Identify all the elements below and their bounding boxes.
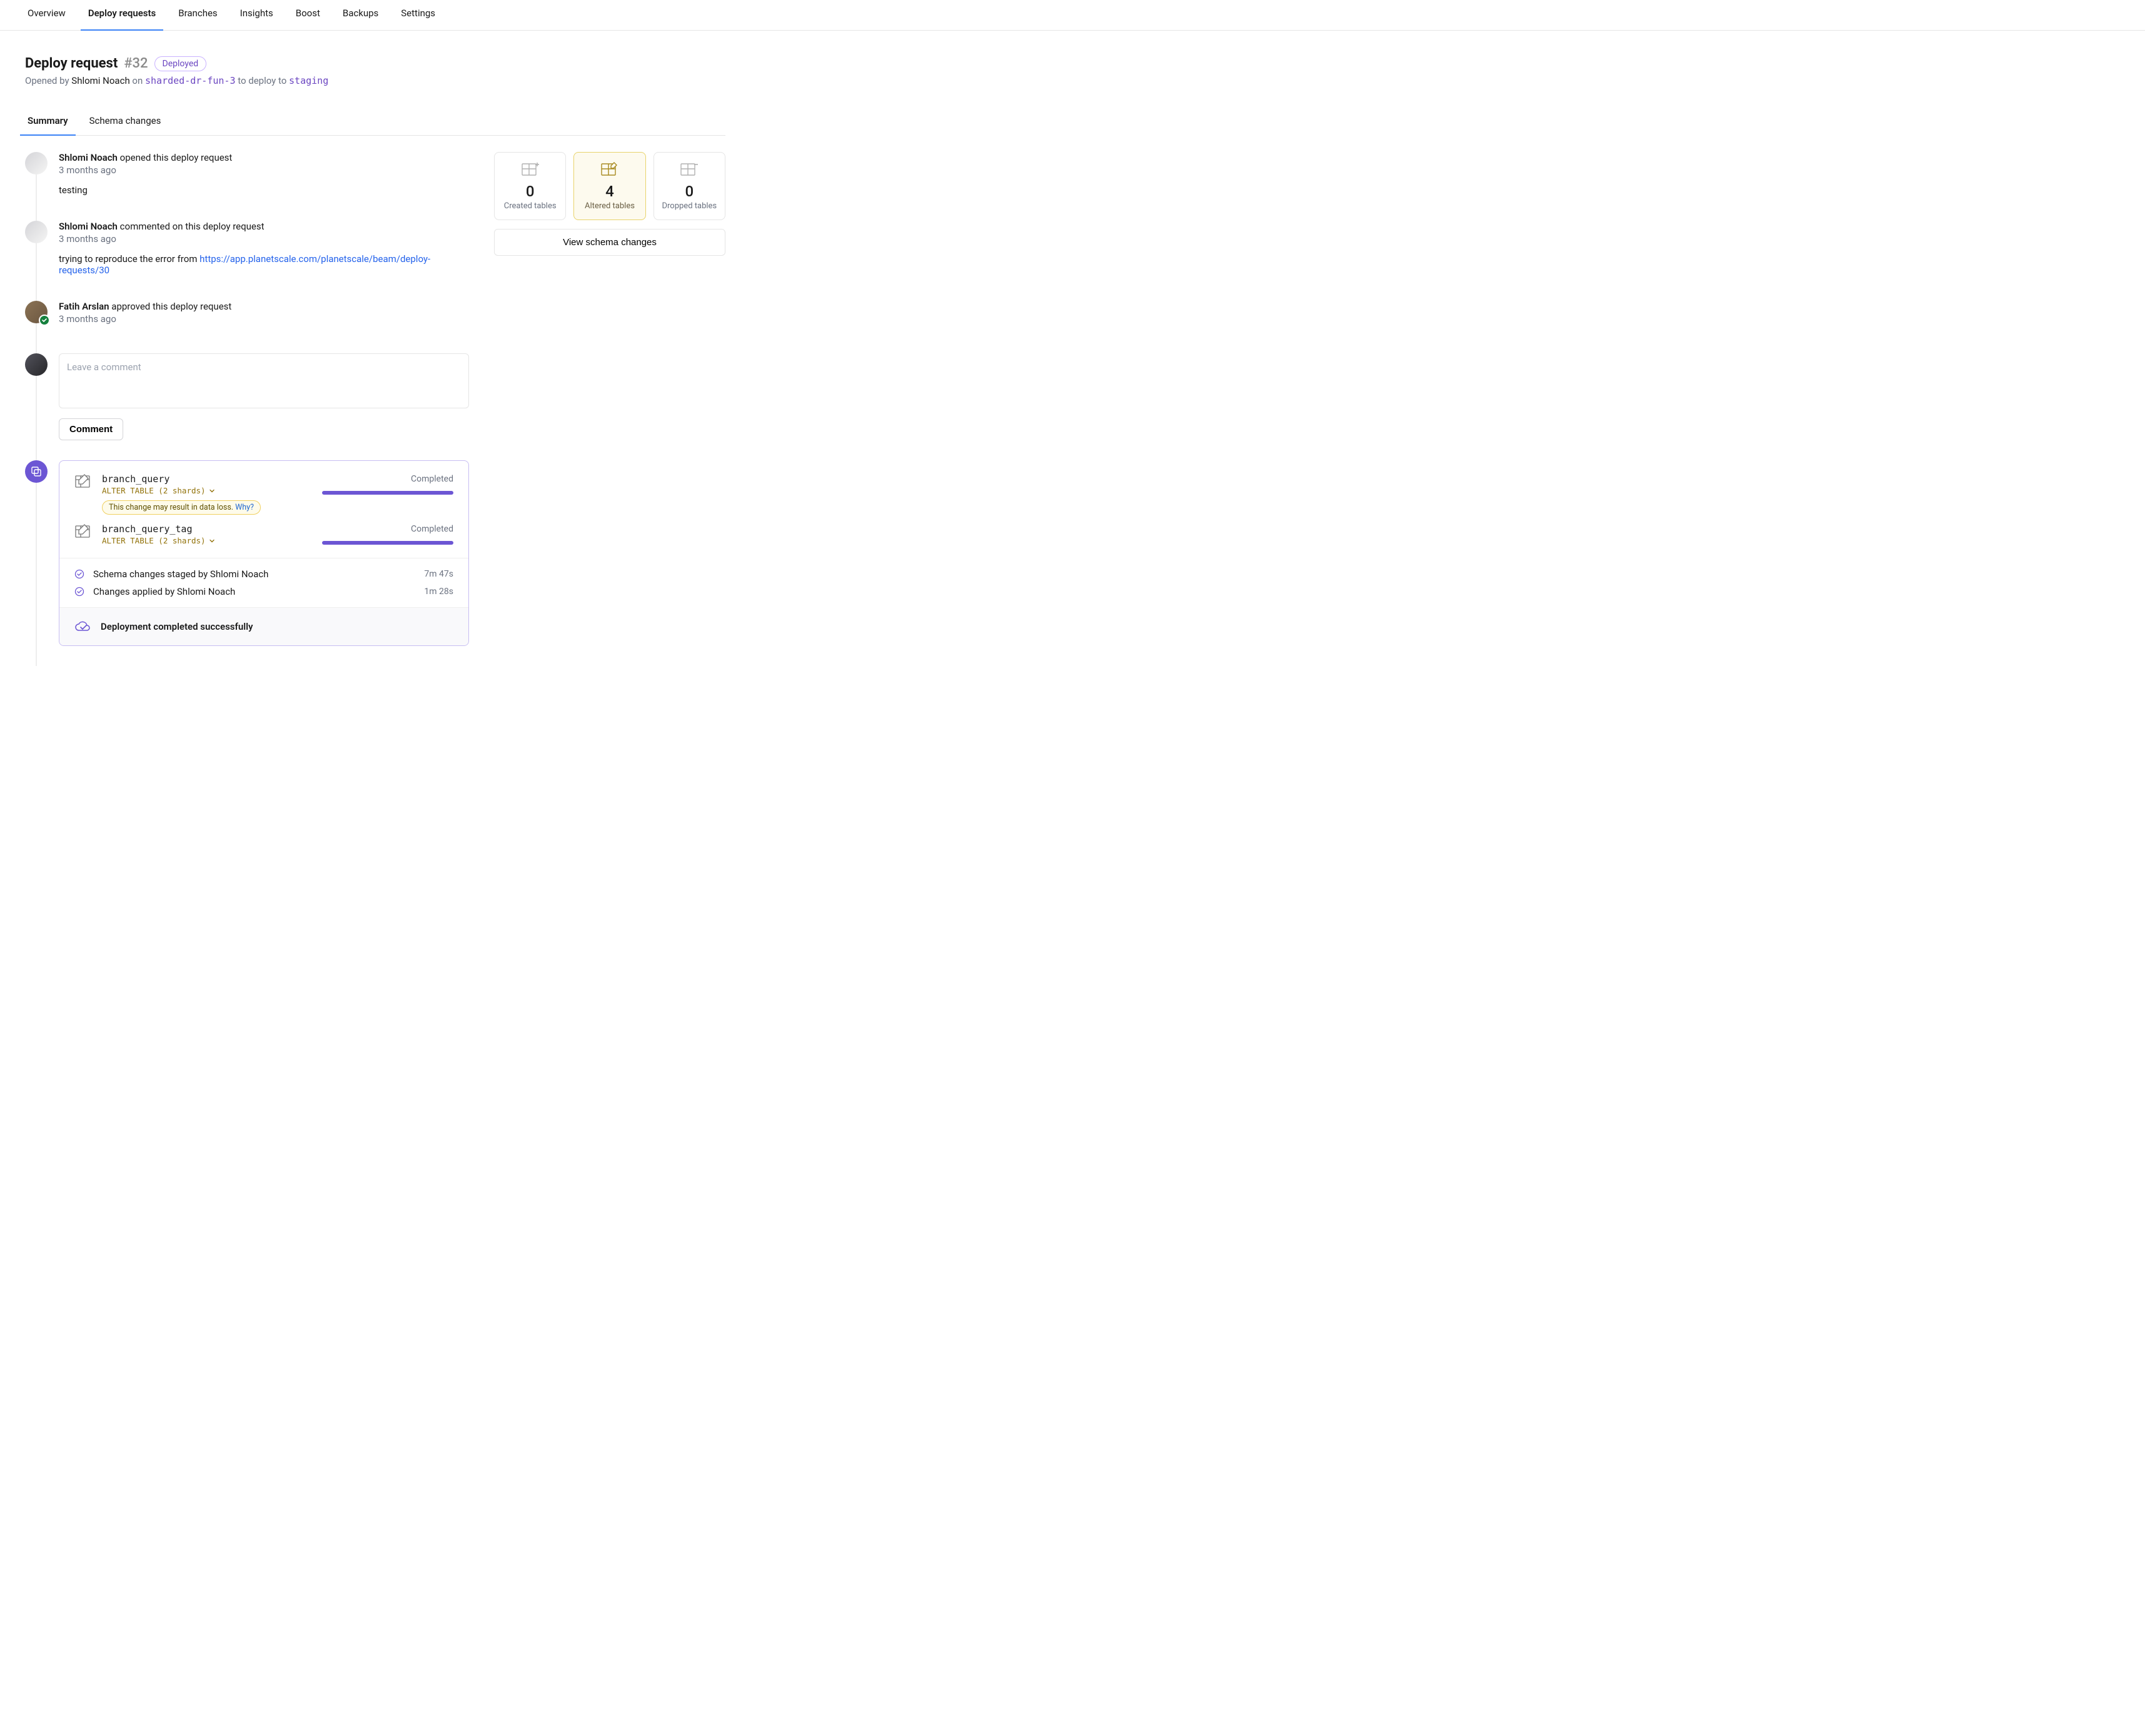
stat-created-tables[interactable]: 0 Created tables: [494, 152, 566, 220]
event-heading: Shlomi Noach commented on this deploy re…: [59, 221, 469, 232]
event-timestamp: 3 months ago: [59, 233, 469, 245]
table-status: Completed: [411, 524, 453, 534]
event-timestamp: 3 months ago: [59, 313, 469, 325]
stat-label: Altered tables: [579, 201, 640, 211]
event-body: testing: [59, 184, 469, 196]
avatar: [25, 221, 48, 243]
deploy-table-row: branch_query Completed ALTER TABLE (2 sh…: [74, 473, 453, 515]
table-alter-icon: [74, 473, 92, 491]
why-link[interactable]: Why?: [235, 503, 254, 512]
source-branch-link[interactable]: sharded-dr-fun-3: [145, 75, 236, 86]
avatar: [25, 353, 48, 376]
top-nav-tabs: Overview Deploy requests Branches Insigh…: [0, 0, 2145, 31]
tab-settings[interactable]: Settings: [398, 0, 438, 30]
tab-boost[interactable]: Boost: [293, 0, 323, 30]
progress-bar: [322, 541, 453, 545]
deploy-steps: Schema changes staged by Shlomi Noach 7m…: [59, 558, 468, 607]
table-drop-icon: [659, 161, 720, 178]
event-body: trying to reproduce the error from https…: [59, 253, 469, 276]
deploy-card: branch_query Completed ALTER TABLE (2 sh…: [59, 460, 469, 646]
deploy-footer: Deployment completed successfully: [59, 607, 468, 645]
data-loss-warning: This change may result in data loss. Why…: [102, 500, 261, 515]
stat-number: 0: [659, 183, 720, 200]
activity-timeline: Shlomi Noach opened this deploy request …: [25, 152, 469, 666]
alter-statement-toggle[interactable]: ALTER TABLE (2 shards): [102, 536, 215, 545]
check-circle-icon: [74, 587, 84, 597]
page-header: Deploy request #32 Deployed: [25, 56, 725, 71]
event-heading: Shlomi Noach opened this deploy request: [59, 152, 469, 163]
deploy-footer-text: Deployment completed successfully: [101, 621, 253, 632]
tab-branches[interactable]: Branches: [176, 0, 220, 30]
tab-insights[interactable]: Insights: [238, 0, 276, 30]
stat-number: 0: [500, 183, 560, 200]
subtab-schema-changes[interactable]: Schema changes: [87, 110, 164, 135]
deploy-icon: [25, 460, 48, 483]
deploy-table-row: branch_query_tag Completed ALTER TABLE (…: [74, 523, 453, 545]
timeline-event: Shlomi Noach opened this deploy request …: [25, 152, 469, 201]
table-alter-icon: [74, 523, 92, 541]
stat-label: Dropped tables: [659, 201, 720, 211]
deploy-step: Changes applied by Shlomi Noach 1m 28s: [74, 586, 453, 597]
header-subtext: Opened by Shlomi Noach on sharded-dr-fun…: [25, 75, 725, 86]
comment-button[interactable]: Comment: [59, 418, 123, 440]
alter-statement-toggle[interactable]: ALTER TABLE (2 shards): [102, 486, 215, 495]
timeline-event: Fatih Arslan approved this deploy reques…: [25, 301, 469, 333]
comment-input[interactable]: [59, 353, 469, 408]
target-branch-link[interactable]: staging: [289, 75, 328, 86]
deploy-step: Schema changes staged by Shlomi Noach 7m…: [74, 568, 453, 580]
table-add-icon: [500, 161, 560, 178]
avatar: [25, 152, 48, 174]
sub-tabs: Summary Schema changes: [25, 110, 725, 136]
stat-number: 4: [579, 183, 640, 200]
step-duration: 7m 47s: [424, 569, 453, 579]
chevron-down-icon: [209, 488, 215, 494]
stat-altered-tables[interactable]: 4 Altered tables: [573, 152, 645, 220]
approved-check-icon: [39, 315, 50, 326]
table-name: branch_query: [102, 473, 169, 485]
deploy-request-number: #32: [124, 56, 148, 71]
comment-composer: Comment: [25, 353, 469, 440]
table-status: Completed: [411, 474, 453, 484]
schema-stats: 0 Created tables 4 Altered tables 0 Drop…: [494, 152, 725, 220]
check-circle-icon: [74, 569, 84, 579]
avatar: [25, 301, 48, 323]
subtab-summary[interactable]: Summary: [25, 110, 71, 135]
table-name: branch_query_tag: [102, 523, 193, 535]
chevron-down-icon: [209, 538, 215, 544]
tab-deploy-requests[interactable]: Deploy requests: [86, 0, 158, 30]
table-edit-icon: [579, 161, 640, 178]
author-name: Shlomi Noach: [71, 75, 129, 86]
step-duration: 1m 28s: [424, 587, 453, 597]
stat-dropped-tables[interactable]: 0 Dropped tables: [654, 152, 725, 220]
step-label: Schema changes staged by Shlomi Noach: [93, 568, 415, 580]
view-schema-changes-button[interactable]: View schema changes: [494, 229, 725, 256]
status-badge: Deployed: [154, 56, 207, 71]
progress-bar: [322, 491, 453, 495]
page-title: Deploy request: [25, 56, 118, 71]
event-heading: Fatih Arslan approved this deploy reques…: [59, 301, 469, 312]
sidebar: 0 Created tables 4 Altered tables 0 Drop…: [494, 152, 725, 256]
tab-backups[interactable]: Backups: [340, 0, 381, 30]
cloud-check-icon: [74, 620, 91, 633]
stat-label: Created tables: [500, 201, 560, 211]
step-label: Changes applied by Shlomi Noach: [93, 586, 415, 597]
event-timestamp: 3 months ago: [59, 164, 469, 176]
timeline-event: Shlomi Noach commented on this deploy re…: [25, 221, 469, 281]
deploy-summary: branch_query Completed ALTER TABLE (2 sh…: [25, 460, 469, 646]
tab-overview[interactable]: Overview: [25, 0, 68, 30]
